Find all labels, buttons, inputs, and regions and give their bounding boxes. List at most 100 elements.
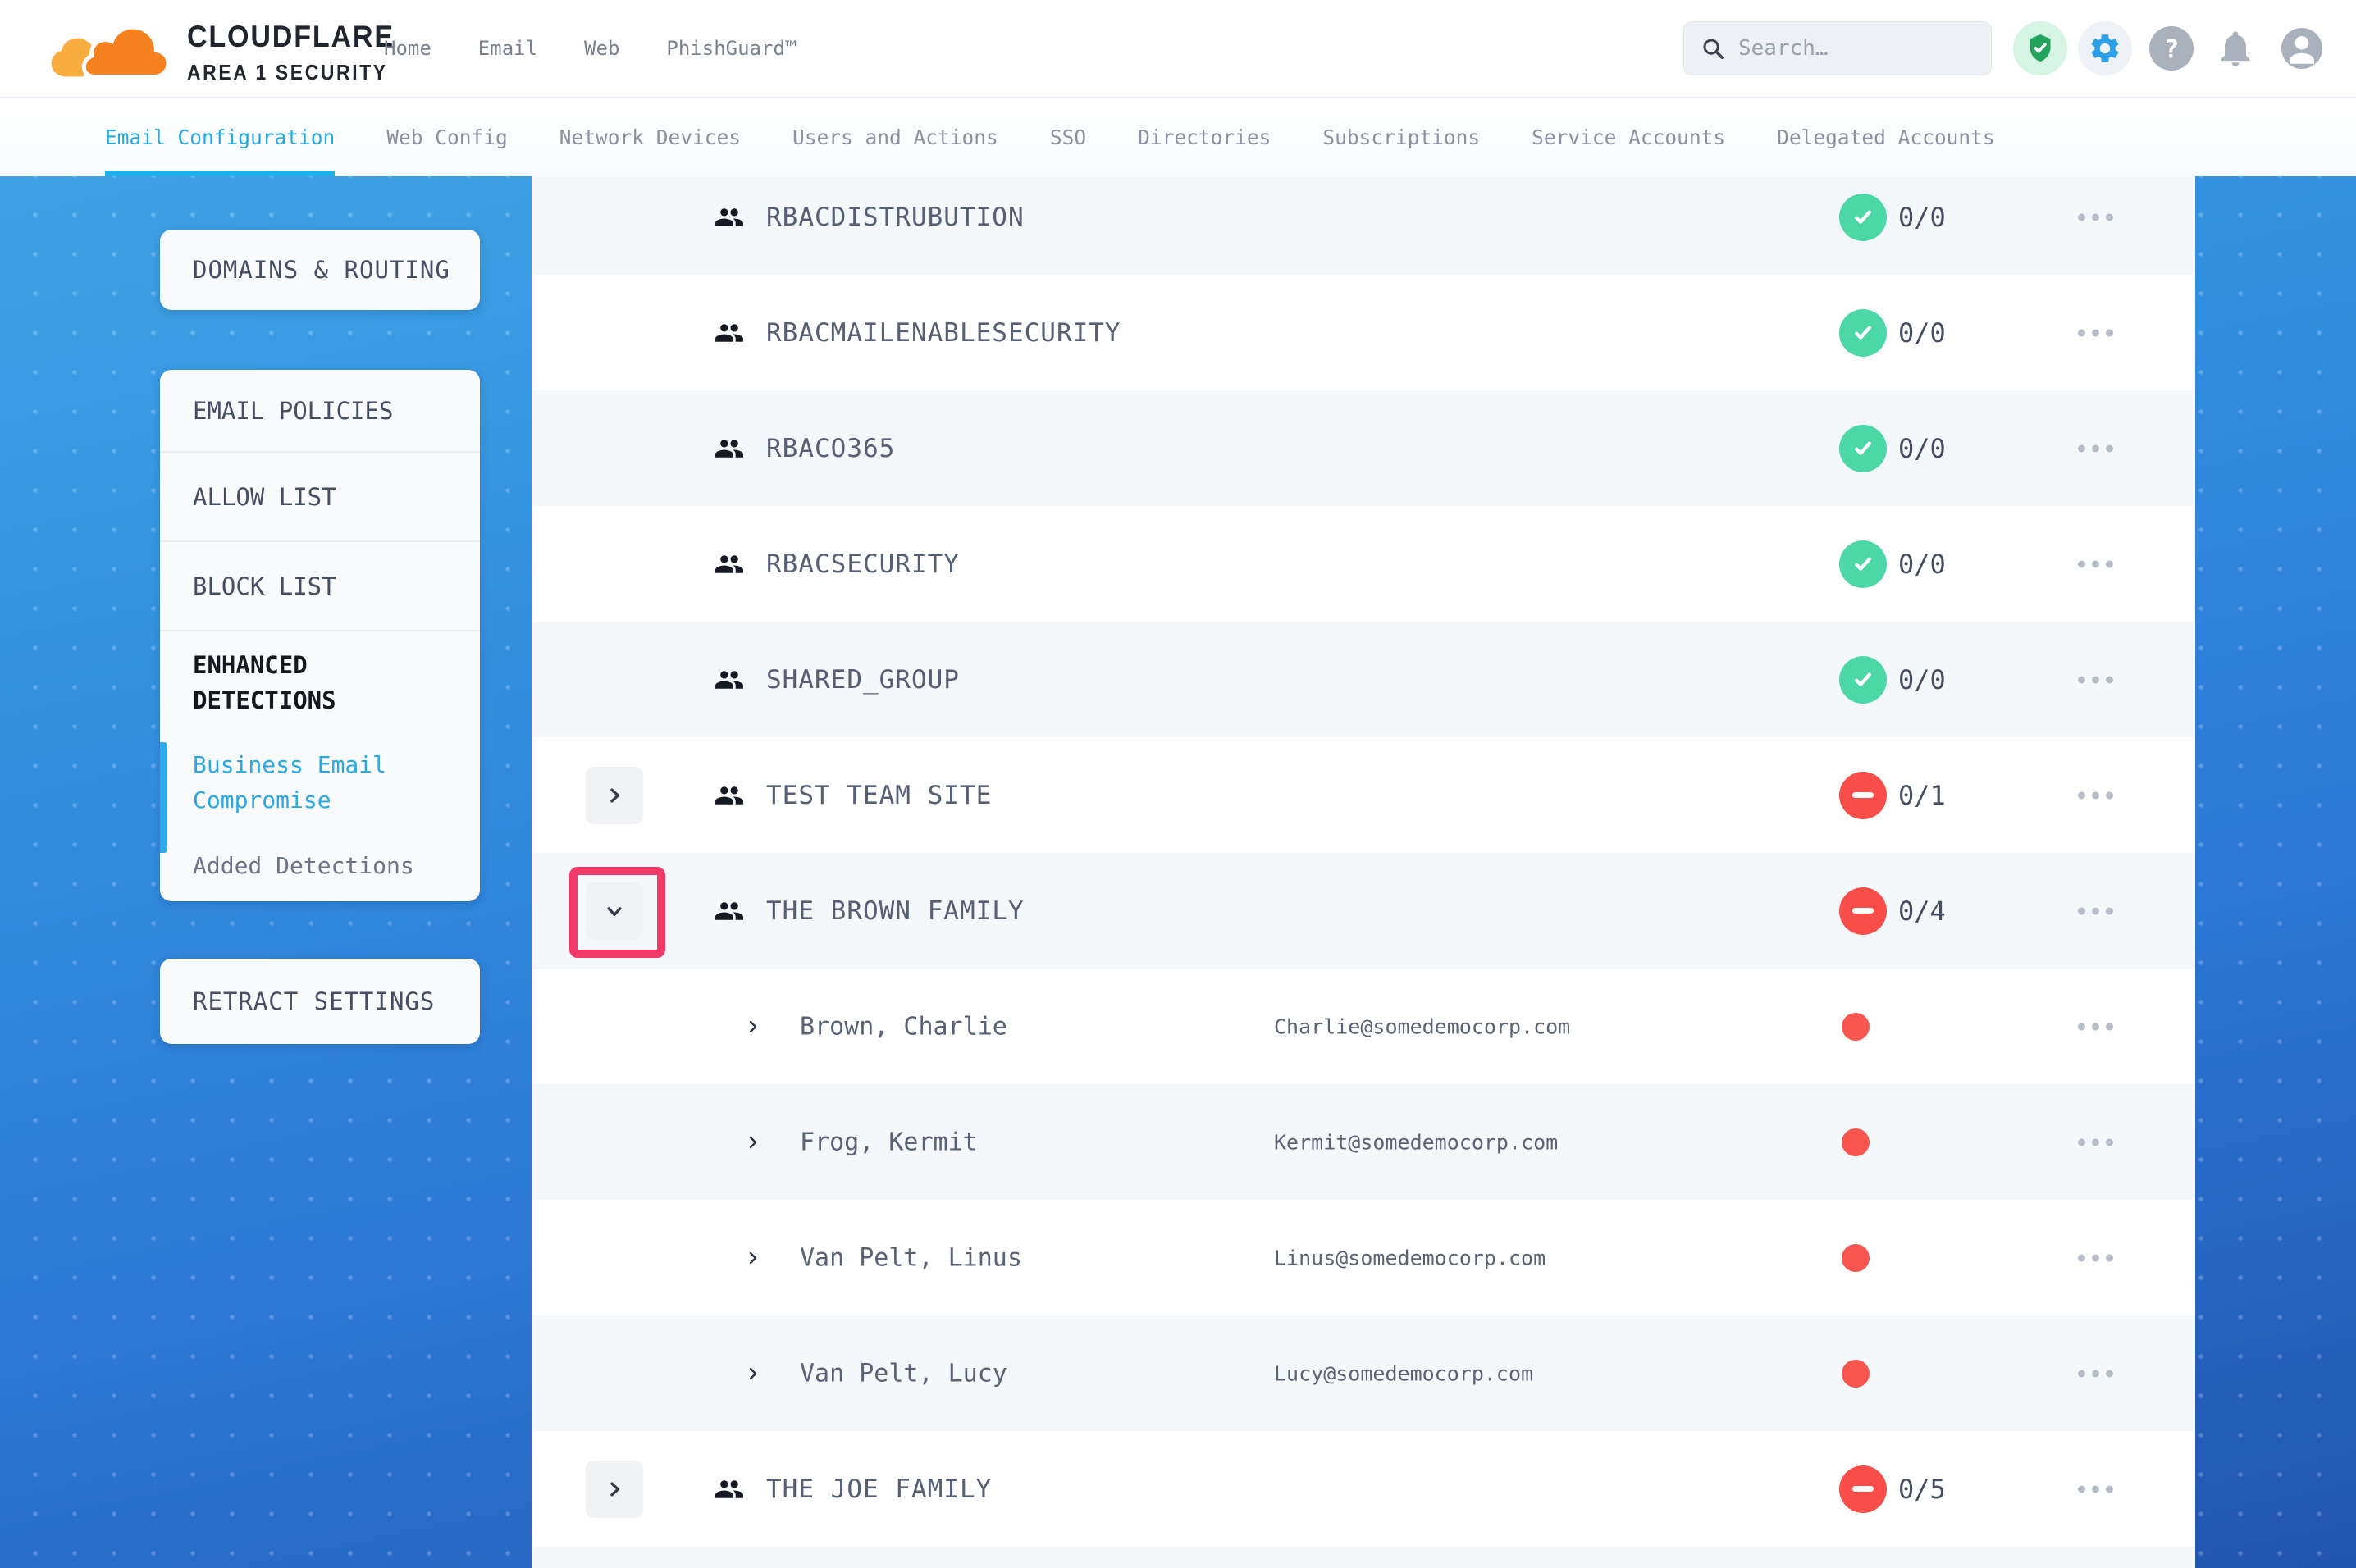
shield-check-icon[interactable]	[2013, 21, 2067, 75]
check-icon	[1849, 666, 1877, 694]
status-ok-badge	[1839, 425, 1887, 472]
member-row[interactable]: Van Pelt, LinusLinus@somedemocorp.com	[532, 1200, 2195, 1315]
sidebar-item-block-list[interactable]: BLOCK LIST	[160, 540, 480, 630]
row-actions-menu[interactable]	[2070, 1361, 2121, 1385]
group-icon	[710, 780, 748, 810]
sidebar-item-label: DOMAINS & ROUTING	[193, 256, 450, 284]
account-avatar-icon[interactable]	[2277, 24, 2326, 73]
row-actions-menu[interactable]	[2070, 205, 2121, 229]
sidebar-item-label: EMAIL POLICIES	[193, 397, 455, 425]
member-chevron-icon[interactable]	[743, 1017, 763, 1037]
top-header: CLOUDFLARE AREA 1 SECURITY Home Email Web P…	[0, 0, 2356, 98]
status-error-dot	[1842, 1013, 1870, 1041]
active-item-accent-bar	[160, 742, 167, 853]
sidebar-item-label: Business Email Compromise	[193, 747, 455, 818]
tab-web-config[interactable]: Web Config	[386, 98, 508, 176]
brand-text: CLOUDFLARE AREA 1 SECURITY	[187, 20, 415, 85]
help-icon[interactable]: ?	[2149, 26, 2194, 71]
group-row[interactable]: SHARED_GROUP0/0	[532, 622, 2195, 737]
group-row[interactable]: THE BROWN FAMILY0/4	[532, 853, 2195, 969]
sidebar-item-label: Added Detections	[193, 852, 455, 879]
nav-web[interactable]: Web	[584, 37, 619, 60]
group-icon	[710, 664, 748, 695]
search-input[interactable]	[1737, 35, 1978, 62]
group-row[interactable]: RBACSECURITY0/0	[532, 506, 2195, 622]
notifications-bell-icon[interactable]	[2214, 27, 2257, 70]
settings-gear-icon[interactable]	[2078, 21, 2132, 75]
group-row[interactable]: RBACO365 0/0	[532, 390, 2195, 506]
group-row[interactable]: RBACMAILENABLESECURITY0/0	[532, 275, 2195, 390]
tab-users-and-actions[interactable]: Users and Actions	[792, 98, 998, 176]
tab-network-devices[interactable]: Network Devices	[559, 98, 741, 176]
group-name: SHARED_GROUP	[766, 665, 960, 695]
member-name: Frog, Kermit	[800, 1128, 978, 1156]
tab-email-configuration[interactable]: Email Configuration	[105, 98, 335, 176]
groups-panel: RBACDISTRUBUTION0/0RBACMAILENABLESECURIT…	[532, 176, 2195, 1568]
member-chevron-icon[interactable]	[743, 1248, 763, 1268]
expand-group-button[interactable]	[586, 767, 643, 824]
tab-directories[interactable]: Directories	[1138, 98, 1271, 176]
tab-service-accounts[interactable]: Service Accounts	[1532, 98, 1725, 176]
sync-count: 0/0	[1898, 549, 1946, 580]
group-icon	[710, 433, 748, 463]
group-row[interactable]: THE JOE FAMILY0/5	[532, 1431, 2195, 1547]
tab-delegated-accounts[interactable]: Delegated Accounts	[1777, 98, 1995, 176]
group-name: THE BROWN FAMILY	[766, 896, 1025, 926]
chevron-right-icon	[602, 783, 627, 808]
row-actions-menu[interactable]	[2070, 436, 2121, 460]
status-ok-badge	[1839, 309, 1887, 357]
tab-sso[interactable]: SSO	[1050, 98, 1086, 176]
row-actions-menu[interactable]	[2070, 899, 2121, 923]
status-error-dot	[1842, 1244, 1870, 1272]
sync-count: 0/0	[1898, 317, 1946, 349]
member-name: Brown, Charlie	[800, 1012, 1007, 1041]
row-actions-menu[interactable]	[2070, 321, 2121, 344]
member-row[interactable]: Brown, Charlie Charlie@somedemocorp.com	[532, 969, 2195, 1084]
search-box[interactable]	[1683, 21, 1992, 75]
status-error-badge	[1839, 1465, 1887, 1513]
nav-phishguard[interactable]: PhishGuard™	[666, 37, 797, 60]
sidebar-item-added-detections[interactable]: Added Detections	[160, 830, 480, 901]
member-chevron-icon[interactable]	[743, 1364, 763, 1383]
sidebar-item-allow-list[interactable]: ALLOW LIST	[160, 451, 480, 540]
nav-email[interactable]: Email	[478, 37, 537, 60]
status-error-badge	[1839, 772, 1887, 819]
chevron-right-icon	[602, 1477, 627, 1502]
group-row[interactable]: TEST TEAM SITE0/1	[532, 737, 2195, 853]
status-error-badge	[1839, 887, 1887, 935]
member-email: Charlie@somedemocorp.com	[1274, 1014, 1570, 1038]
status-ok-badge	[1839, 194, 1887, 241]
nav-home[interactable]: Home	[384, 37, 431, 60]
chevron-right-icon	[743, 1364, 763, 1383]
row-actions-menu[interactable]	[2070, 668, 2121, 691]
row-actions-menu[interactable]	[2070, 783, 2121, 807]
row-actions-menu[interactable]	[2070, 1246, 2121, 1269]
member-row[interactable]: Van Pelt, LucyLucy@somedemocorp.com	[532, 1315, 2195, 1431]
member-row[interactable]: Frog, KermitKermit@somedemocorp.com	[532, 1084, 2195, 1200]
group-name: RBACO365	[766, 434, 895, 463]
member-chevron-icon[interactable]	[743, 1133, 763, 1152]
row-actions-menu[interactable]	[2070, 1130, 2121, 1154]
sidebar-card-domains-routing[interactable]: DOMAINS & ROUTING	[160, 230, 480, 310]
sidebar-item-enhanced-detections[interactable]: ENHANCED DETECTIONS	[160, 630, 480, 734]
group-icon	[710, 202, 748, 232]
tab-subscriptions[interactable]: Subscriptions	[1322, 98, 1480, 176]
sidebar-item-business-email-compromise[interactable]: Business Email Compromise	[160, 734, 480, 830]
expand-group-button[interactable]	[586, 1461, 643, 1518]
svg-text:?: ?	[2164, 34, 2180, 64]
row-actions-menu[interactable]	[2070, 1014, 2121, 1038]
check-icon	[1849, 319, 1877, 347]
sidebar-item-email-policies[interactable]: EMAIL POLICIES	[160, 370, 480, 451]
group-name: RBACDISTRUBUTION	[766, 203, 1025, 232]
brand-line-1: CLOUDFLARE	[187, 20, 397, 54]
page: CLOUDFLARE AREA 1 SECURITY Home Email Web P…	[0, 0, 2356, 1568]
chevron-right-icon	[743, 1017, 763, 1037]
sidebar-card-retract-settings[interactable]: RETRACT SETTINGS	[160, 959, 480, 1044]
row-actions-menu[interactable]	[2070, 1477, 2121, 1501]
group-name: TEST TEAM SITE	[766, 781, 992, 810]
sync-count: 0/0	[1898, 433, 1946, 464]
group-row[interactable]: RBACDISTRUBUTION0/0	[532, 176, 2195, 275]
row-actions-menu[interactable]	[2070, 552, 2121, 576]
member-name: Van Pelt, Lucy	[800, 1359, 1007, 1388]
sync-count: 0/5	[1898, 1474, 1946, 1505]
